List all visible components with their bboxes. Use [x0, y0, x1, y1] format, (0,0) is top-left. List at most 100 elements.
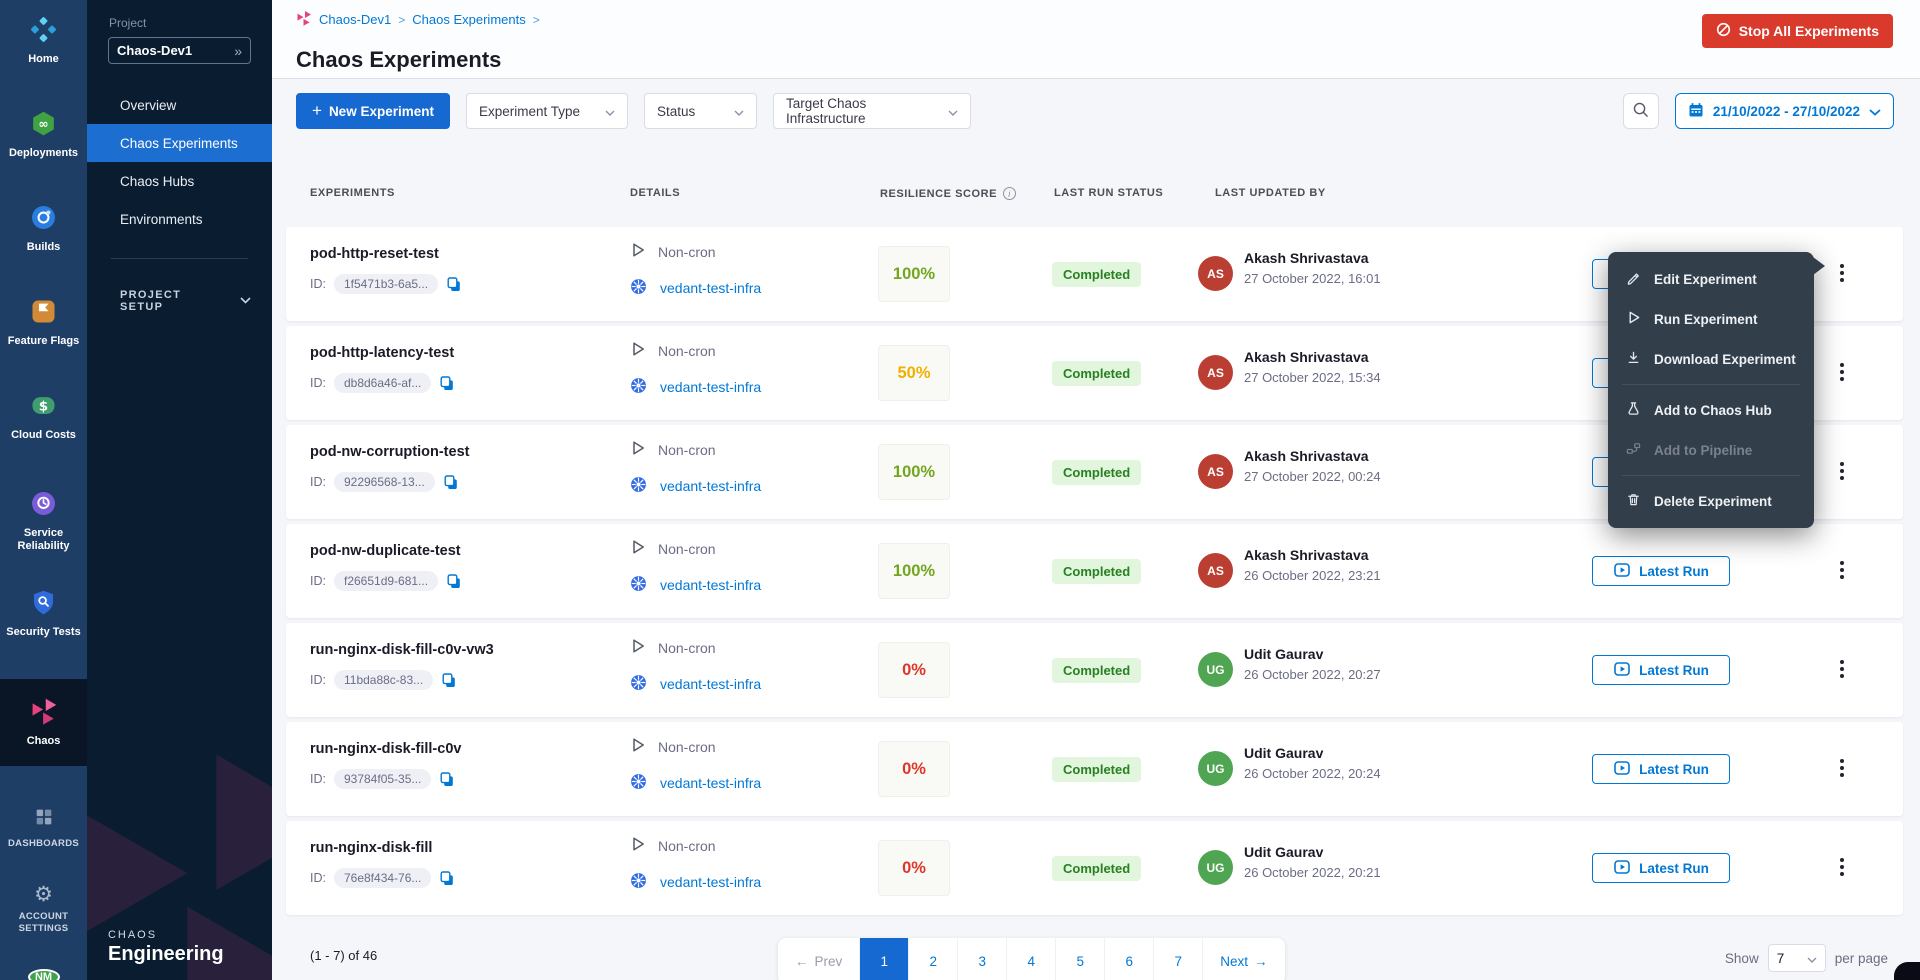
breadcrumb-link-experiments[interactable]: Chaos Experiments [412, 12, 525, 27]
nav-item-chaos-hubs[interactable]: Chaos Hubs [108, 162, 251, 200]
project-label: Project [109, 16, 251, 30]
project-nav-menu: Overview Chaos Experiments Chaos Hubs En… [108, 86, 251, 238]
page-size-select[interactable]: 7 [1768, 944, 1826, 972]
page-button-5[interactable]: 5 [1055, 938, 1104, 980]
sidebar-item-deployments[interactable]: ∞ Deployments [0, 110, 87, 160]
row-menu-kebab-icon[interactable] [1834, 260, 1850, 286]
latest-run-button[interactable]: Latest Run [1592, 655, 1730, 685]
sidebar-item-service-reliability[interactable]: Service Reliability [0, 490, 87, 553]
stop-icon [1716, 22, 1731, 40]
sidebar-item-security-tests[interactable]: Security Tests [0, 589, 87, 639]
experiment-name[interactable]: pod-http-reset-test [310, 246, 439, 262]
copy-icon[interactable] [439, 375, 455, 392]
copy-icon[interactable] [439, 870, 455, 887]
row-menu-kebab-icon[interactable] [1834, 854, 1850, 880]
copy-icon[interactable] [446, 276, 462, 293]
status-badge: Completed [1052, 559, 1141, 584]
nav-item-environments[interactable]: Environments [108, 200, 251, 238]
copy-icon[interactable] [446, 573, 462, 590]
play-outline-icon [630, 836, 645, 855]
latest-run-button[interactable]: Latest Run [1592, 853, 1730, 883]
copy-icon[interactable] [439, 771, 455, 788]
sidebar-item-feature-flags[interactable]: Feature Flags [0, 298, 87, 348]
status-badge: Completed [1052, 757, 1141, 782]
row-menu-kebab-icon[interactable] [1834, 557, 1850, 583]
sidebar-item-dashboards[interactable]: DASHBOARDS [0, 806, 87, 850]
status-filter[interactable]: Status [644, 93, 757, 129]
sidebar-item-cloud-costs[interactable]: $ Cloud Costs [0, 392, 87, 442]
row-menu-kebab-icon[interactable] [1834, 656, 1850, 682]
project-setup-toggle[interactable]: PROJECT SETUP [108, 289, 251, 313]
id-label: ID: [310, 376, 326, 390]
sidebar-label: Deployments [6, 147, 81, 160]
menu-item-add-to-chaos-hub[interactable]: Add to Chaos Hub [1608, 390, 1814, 430]
pager: ← Prev 1 2 3 4 5 6 7 Next → [778, 938, 1285, 980]
breadcrumb-link-project[interactable]: Chaos-Dev1 [319, 12, 391, 27]
experiment-name[interactable]: pod-nw-duplicate-test [310, 543, 461, 559]
experiment-name[interactable]: pod-http-latency-test [310, 345, 454, 361]
infrastructure-link[interactable]: vedant-test-infra [660, 775, 761, 791]
search-button[interactable] [1623, 93, 1659, 129]
experiment-row: run-nginx-disk-fill-c0v ID: 93784f05-35.… [286, 722, 1903, 816]
menu-item-delete-experiment[interactable]: Delete Experiment [1608, 481, 1814, 521]
feature-flags-icon [30, 298, 57, 330]
new-experiment-button[interactable]: + New Experiment [296, 93, 450, 129]
updated-by-name: Udit Gaurav [1244, 646, 1323, 662]
experiment-name[interactable]: run-nginx-disk-fill-c0v-vw3 [310, 642, 494, 658]
run-history-icon [1613, 858, 1631, 879]
sidebar-item-builds[interactable]: Builds [0, 204, 87, 254]
experiment-name[interactable]: pod-nw-corruption-test [310, 444, 469, 460]
resilience-score: 100% [878, 543, 950, 599]
prev-page-button[interactable]: ← Prev [778, 938, 859, 980]
experiment-name[interactable]: run-nginx-disk-fill-c0v [310, 741, 461, 757]
target-infrastructure-filter[interactable]: Target Chaos Infrastructure [773, 93, 971, 129]
sidebar-item-chaos-selected[interactable]: Chaos [0, 679, 87, 766]
experiment-name[interactable]: run-nginx-disk-fill [310, 840, 432, 856]
menu-item-edit-experiment[interactable]: Edit Experiment [1608, 259, 1814, 299]
project-name: Chaos-Dev1 [117, 43, 192, 58]
infrastructure-link[interactable]: vedant-test-infra [660, 280, 761, 296]
page-button-1[interactable]: 1 [859, 938, 908, 980]
sidebar-item-account-settings[interactable]: ⚙ ACCOUNT SETTINGS [0, 884, 87, 935]
infrastructure-link[interactable]: vedant-test-infra [660, 577, 761, 593]
page-button-7[interactable]: 7 [1153, 938, 1202, 980]
menu-item-download-experiment[interactable]: Download Experiment [1608, 339, 1814, 379]
chevron-down-icon [605, 104, 615, 119]
date-range-picker[interactable]: 21/10/2022 - 27/10/2022 [1675, 93, 1894, 129]
infrastructure-link[interactable]: vedant-test-infra [660, 676, 761, 692]
expand-double-chevron-icon[interactable]: » [234, 43, 242, 59]
row-menu-kebab-icon[interactable] [1834, 755, 1850, 781]
page-button-6[interactable]: 6 [1104, 938, 1153, 980]
copy-icon[interactable] [441, 672, 457, 689]
info-icon[interactable]: i [1003, 187, 1016, 200]
divider [1622, 475, 1800, 476]
latest-run-button[interactable]: Latest Run [1592, 754, 1730, 784]
copy-icon[interactable] [443, 474, 459, 491]
infrastructure-link[interactable]: vedant-test-infra [660, 874, 761, 890]
row-menu-kebab-icon[interactable] [1834, 458, 1850, 484]
infrastructure-link[interactable]: vedant-test-infra [660, 478, 761, 494]
sidebar-item-home[interactable]: Home [0, 16, 87, 66]
menu-item-run-experiment[interactable]: Run Experiment [1608, 299, 1814, 339]
kubernetes-icon [630, 773, 647, 793]
experiment-type-filter[interactable]: Experiment Type [466, 93, 628, 129]
page-button-2[interactable]: 2 [908, 938, 957, 980]
help-widget-corner[interactable] [1894, 962, 1920, 980]
updated-by-name: Akash Shrivastava [1244, 448, 1369, 464]
nav-item-chaos-experiments[interactable]: Chaos Experiments [87, 124, 272, 162]
project-selector[interactable]: Chaos-Dev1 » [108, 37, 251, 64]
row-menu-kebab-icon[interactable] [1834, 359, 1850, 385]
calendar-icon [1688, 102, 1704, 121]
user-avatar[interactable]: NM [28, 969, 60, 980]
latest-run-button[interactable]: Latest Run [1592, 556, 1730, 586]
status-badge: Completed [1052, 856, 1141, 881]
nav-item-overview[interactable]: Overview [108, 86, 251, 124]
id-label: ID: [310, 475, 326, 489]
infrastructure-link[interactable]: vedant-test-infra [660, 379, 761, 395]
sidebar-label: Feature Flags [5, 335, 83, 348]
sidebar-label: Builds [24, 241, 64, 254]
stop-all-experiments-button[interactable]: Stop All Experiments [1702, 14, 1893, 48]
next-page-button[interactable]: Next → [1202, 938, 1284, 980]
page-button-3[interactable]: 3 [957, 938, 1006, 980]
page-button-4[interactable]: 4 [1006, 938, 1055, 980]
